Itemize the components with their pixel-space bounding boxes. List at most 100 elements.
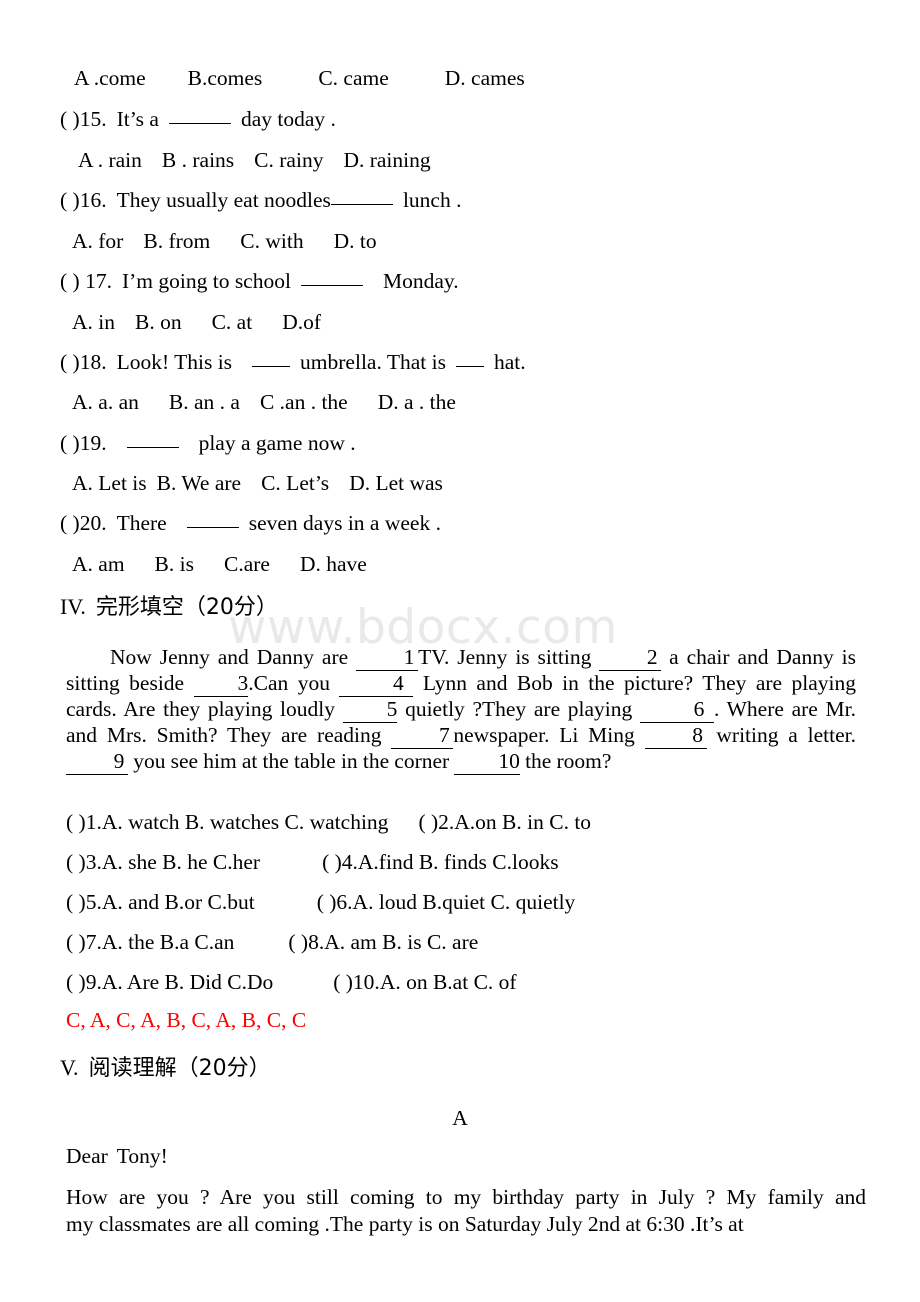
letter-line-1: How are you ? Are you still coming to my… [66,1185,866,1209]
q14-option-b[interactable]: B.comes [188,66,263,90]
cloze-blank-3[interactable]: 3 [193,671,249,697]
q19-marker[interactable]: ( )19. [60,431,107,455]
cloze-opt-8-marker[interactable]: ( )8. [288,930,324,954]
q20-option-d[interactable]: D. have [300,552,367,576]
section-4-title: 完形填空 [95,595,184,620]
q17-option-d[interactable]: D.of [282,310,321,334]
cloze-opt-7-marker[interactable]: ( )7. [66,930,102,954]
q15-option-b[interactable]: B . rains [162,148,234,172]
question-18-options: A. a. an B. an . a C .an . the D. a . the [72,390,456,414]
q19-option-d[interactable]: D. Let was [349,471,443,495]
question-14-options: A .come B.comes C. came D. cames [74,66,525,90]
section-4-roman: IV. [60,594,86,619]
q20-option-a[interactable]: A. am [72,552,125,576]
cloze-text-6: quietly ?They are playing [405,697,633,721]
cloze-options-row-2: ( )3.A. she B. he C.her ( )4.A.find B. fi… [66,850,559,874]
cloze-options-row-4: ( )7.A. the B.a C.an ( )8.A. am B. is C. … [66,930,478,954]
cloze-opt-2-marker[interactable]: ( )2. [418,810,454,834]
q20-option-c[interactable]: C.are [224,552,270,576]
cloze-blank-4[interactable]: 4 [339,671,414,697]
section-5-title: 阅读理解 [88,1056,177,1081]
q15-option-a[interactable]: A . rain [78,148,142,172]
section-4-points: （20分） [183,595,278,620]
q17-option-b[interactable]: B. on [135,310,182,334]
cloze-blank-7[interactable]: 7 [391,723,454,749]
q16-option-c[interactable]: C. with [240,229,303,253]
cloze-blank-9[interactable]: 9 [66,749,128,775]
question-20-options: A. am B. is C.are D. have [72,552,367,576]
question-15-stem: ( )15. It’s a day today . [60,107,336,131]
question-16-stem: ( )16. They usually eat noodles lunch . [60,188,462,212]
q16-blank [330,204,393,205]
q18-blank-1 [252,366,291,367]
cloze-opt-9-marker[interactable]: ( )9. [66,970,102,994]
q16-text-after: lunch . [402,188,462,212]
q19-text-after: play a game now . [198,431,356,455]
cloze-opt-5-text[interactable]: A. and B.or C.but [102,890,255,914]
cloze-blank-8[interactable]: 8 [644,723,707,749]
section-5-roman: V. [60,1055,79,1080]
cloze-opt-4-marker[interactable]: ( )4. [322,850,358,874]
q14-option-a[interactable]: A .come [74,66,146,90]
q16-option-b[interactable]: B. from [143,229,210,253]
cloze-opt-10-text[interactable]: A. on B.at C. of [380,970,517,994]
cloze-opt-6-marker[interactable]: ( )6. [317,890,353,914]
section-5-points: （20分） [176,1056,271,1081]
q17-text-after: Monday. [382,269,459,293]
q18-option-a[interactable]: A. a. an [72,390,139,414]
q18-text-after: hat. [493,350,526,374]
q14-option-c[interactable]: C. came [318,66,388,90]
q19-option-c[interactable]: C. Let’s [261,471,329,495]
cloze-text-11: the room? [525,749,612,773]
question-19-stem: ( )19. play a game now . [60,431,356,455]
cloze-opt-2-text[interactable]: A.on B. in C. to [454,810,591,834]
cloze-opt-4-text[interactable]: A.find B. finds C.looks [358,850,559,874]
cloze-blank-1[interactable]: 1 [356,645,419,671]
cloze-opt-9-text[interactable]: A. Are B. Did C.Do [102,970,273,994]
question-17-options: A. in B. on C. at D.of [72,310,321,334]
q19-option-b[interactable]: B. We are [157,471,241,495]
letter-body: How are you ? Are you still coming to my… [66,1184,866,1238]
q17-marker[interactable]: ( ) 17. [60,269,112,293]
cloze-blank-5[interactable]: 5 [342,697,398,723]
cloze-opt-1-text[interactable]: A. watch B. watches C. watching [102,810,389,834]
cloze-blank-2[interactable]: 2 [599,645,662,671]
document-page: www.bdocx.com A .come B.comes C. came D. ca… [0,0,920,1302]
cloze-passage: Now Jenny and Danny are 1 TV. Jenny is si… [66,645,856,775]
cloze-opt-3-text[interactable]: A. she B. he C.her [102,850,260,874]
q18-option-d[interactable]: D. a . the [378,390,456,414]
q18-option-b[interactable]: B. an . a [169,390,240,414]
question-15-options: A . rain B . rains C. rainy D. raining [78,148,431,172]
q16-option-a[interactable]: A. for [72,229,123,253]
cloze-opt-6-text[interactable]: A. loud B.quiet C. quietly [353,890,576,914]
q15-blank [168,123,231,124]
q15-text-after: day today . [240,107,336,131]
q18-option-c[interactable]: C .an . the [260,390,348,414]
cloze-text-8: newspaper. Li Ming [453,723,635,747]
q20-text-before: There [116,511,167,535]
q20-option-b[interactable]: B. is [155,552,194,576]
cloze-text-4: .Can you [248,671,330,695]
cloze-opt-3-marker[interactable]: ( )3. [66,850,102,874]
q17-option-c[interactable]: C. at [212,310,253,334]
cloze-opt-5-marker[interactable]: ( )5. [66,890,102,914]
cloze-text-10: you see him at the table in the corner [133,749,450,773]
q19-blank [126,447,179,448]
q18-text-middle: umbrella. That is [300,350,446,374]
cloze-blank-6[interactable]: 6 [639,697,714,723]
q16-marker[interactable]: ( )16. [60,188,107,212]
q20-marker[interactable]: ( )20. [60,511,107,535]
cloze-opt-8-text[interactable]: A. am B. is C. are [324,930,478,954]
q19-option-a[interactable]: A. Let is [72,471,147,495]
q15-option-d[interactable]: D. raining [343,148,430,172]
q15-marker[interactable]: ( )15. [60,107,107,131]
cloze-opt-1-marker[interactable]: ( )1. [66,810,102,834]
q17-option-a[interactable]: A. in [72,310,115,334]
q18-marker[interactable]: ( )18. [60,350,107,374]
q15-option-c[interactable]: C. rainy [254,148,323,172]
q14-option-d[interactable]: D. cames [445,66,525,90]
cloze-opt-10-marker[interactable]: ( )10. [333,970,380,994]
q16-option-d[interactable]: D. to [334,229,377,253]
cloze-blank-10[interactable]: 10 [454,749,520,775]
cloze-opt-7-text[interactable]: A. the B.a C.an [102,930,235,954]
